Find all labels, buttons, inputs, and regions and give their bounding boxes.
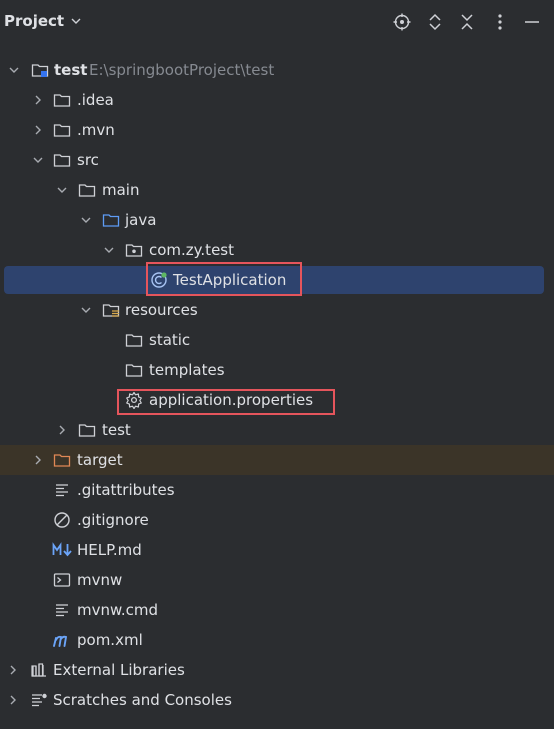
- tree-row-mvnw[interactable]: mvnw: [0, 565, 554, 595]
- tree-item-label: test: [102, 421, 131, 439]
- folder-icon: [53, 154, 71, 167]
- tree-row-package[interactable]: com.zy.test: [0, 235, 554, 265]
- tree-item-label: templates: [149, 361, 225, 379]
- tree-row-idea[interactable]: .idea: [0, 85, 554, 115]
- chevron-down-icon[interactable]: [56, 184, 68, 196]
- tree-item-label: mvnw.cmd: [77, 601, 159, 619]
- folder-icon: [53, 124, 71, 137]
- tree-item-label: External Libraries: [53, 661, 185, 679]
- chevron-down-icon[interactable]: [103, 244, 115, 256]
- chevron-right-icon[interactable]: [32, 454, 44, 466]
- project-tree: test E:\springbootProject\test .idea .mv…: [0, 55, 554, 715]
- tree-row-java[interactable]: java: [0, 205, 554, 235]
- source-folder-icon: [102, 214, 120, 227]
- chevron-down-icon[interactable]: [32, 154, 44, 166]
- collapse-all-icon[interactable]: [455, 10, 479, 34]
- project-tool-window: Project test E:\springbootProject\test .…: [0, 0, 554, 729]
- tree-row-gitattributes[interactable]: .gitattributes: [0, 475, 554, 505]
- tree-item-label: mvnw: [77, 571, 123, 589]
- tree-item-label: src: [77, 151, 99, 169]
- maven-icon: [53, 635, 68, 647]
- highlight-box-test-application: [146, 262, 302, 296]
- tree-row-pom-xml[interactable]: pom.xml: [0, 625, 554, 655]
- chevron-right-icon[interactable]: [56, 424, 68, 436]
- tree-row-main[interactable]: main: [0, 175, 554, 205]
- chevron-down-icon[interactable]: [80, 304, 92, 316]
- tree-row-static[interactable]: static: [0, 325, 554, 355]
- tree-item-label: target: [77, 451, 123, 469]
- tree-row-test-root[interactable]: test E:\springbootProject\test: [0, 55, 554, 85]
- tree-item-label: com.zy.test: [149, 241, 234, 259]
- tree-row-templates[interactable]: templates: [0, 355, 554, 385]
- tree-item-label: static: [149, 331, 191, 349]
- folder-icon: [125, 334, 143, 347]
- tool-window-header: Project: [0, 0, 554, 44]
- tree-row-scratches-and-consoles[interactable]: Scratches and Consoles: [0, 685, 554, 715]
- chevron-right-icon[interactable]: [7, 694, 19, 706]
- module-folder-icon: [31, 64, 49, 77]
- shell-script-icon: [53, 573, 71, 587]
- tree-item-label: .mvn: [77, 121, 115, 139]
- chevron-right-icon[interactable]: [32, 124, 44, 136]
- tree-item-label: pom.xml: [77, 631, 143, 649]
- markdown-icon: [52, 542, 72, 557]
- tree-item-label: main: [102, 181, 140, 199]
- folder-icon: [125, 364, 143, 377]
- folder-icon: [78, 184, 96, 197]
- chevron-down-icon[interactable]: [80, 214, 92, 226]
- tree-row-gitignore[interactable]: .gitignore: [0, 505, 554, 535]
- chevron-right-icon[interactable]: [7, 664, 19, 676]
- tree-item-label: HELP.md: [77, 541, 142, 559]
- tree-item-label: .idea: [77, 91, 114, 109]
- chevron-down-icon: [71, 18, 81, 24]
- module-path: E:\springbootProject\test: [89, 61, 275, 79]
- folder-icon: [78, 424, 96, 437]
- tree-row-test[interactable]: test: [0, 415, 554, 445]
- ignore-file-icon: [54, 512, 70, 528]
- tree-row-external-libraries[interactable]: External Libraries: [0, 655, 554, 685]
- tree-item-label: .gitignore: [77, 511, 149, 529]
- text-file-icon: [56, 604, 68, 617]
- text-file-icon: [56, 484, 68, 497]
- tree-row-resources[interactable]: resources: [0, 295, 554, 325]
- tree-row-mvnw-cmd[interactable]: mvnw.cmd: [0, 595, 554, 625]
- highlight-box-application-properties: [117, 389, 335, 415]
- scratches-icon: [32, 693, 47, 707]
- tree-row-mvn[interactable]: .mvn: [0, 115, 554, 145]
- expand-all-icon[interactable]: [423, 10, 447, 34]
- tree-row-help-md[interactable]: HELP.md: [0, 535, 554, 565]
- package-icon: [125, 244, 143, 257]
- tree-item-label: Scratches and Consoles: [53, 691, 232, 709]
- tree-item-label: resources: [125, 301, 198, 319]
- locate-icon[interactable]: [390, 10, 414, 34]
- tree-item-label: java: [125, 211, 157, 229]
- folder-icon: [53, 94, 71, 107]
- options-icon[interactable]: [488, 10, 512, 34]
- chevron-down-icon[interactable]: [8, 64, 20, 76]
- tree-item-label: .gitattributes: [77, 481, 175, 499]
- minimize-icon[interactable]: [520, 10, 544, 34]
- resources-folder-icon: [102, 304, 120, 317]
- tree-row-src[interactable]: src: [0, 145, 554, 175]
- tree-item-label: test: [54, 61, 88, 79]
- tree-row-target[interactable]: target: [0, 445, 554, 475]
- chevron-right-icon[interactable]: [32, 94, 44, 106]
- project-view-selector[interactable]: Project: [4, 12, 82, 30]
- excluded-folder-icon: [53, 454, 71, 467]
- panel-title: Project: [4, 12, 65, 30]
- libraries-icon: [31, 663, 46, 677]
